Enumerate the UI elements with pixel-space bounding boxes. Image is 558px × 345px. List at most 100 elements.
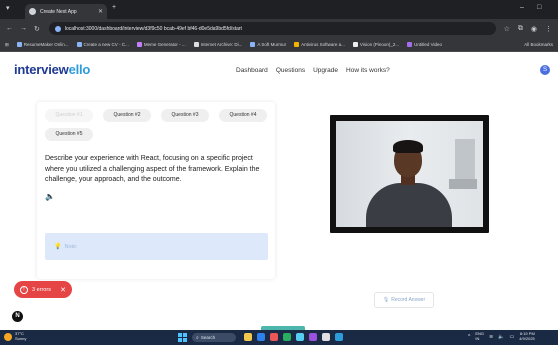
tab-title: Create Next App (40, 8, 77, 15)
bookmark-star-icon[interactable]: ☆ (504, 25, 510, 33)
chrome-icon[interactable] (270, 333, 278, 341)
logo-part-2: ello (68, 62, 91, 77)
windows-start-icon[interactable] (178, 333, 187, 342)
apps-grid-icon[interactable]: ⊞ (5, 42, 9, 48)
bookmarks-bar: ⊞ ResumeMaker Onlin... Create a new CV -… (0, 38, 558, 52)
record-answer-button[interactable]: 🎙 Record Answer (374, 292, 434, 308)
tab-question-5[interactable]: Question #5 (45, 128, 93, 141)
weather-desc: Sunny (15, 335, 27, 341)
browser-toolbar: ← → ↻ localhost:3000/dashboard/interview… (0, 19, 558, 38)
extensions-icon[interactable]: ⧉ (518, 25, 523, 33)
taskbar-app-icon[interactable] (283, 333, 291, 341)
file-explorer-icon[interactable] (244, 333, 252, 341)
taskbar-search[interactable]: ⌕ Search (192, 333, 236, 342)
bookmark-label: Antivirus Software a... (301, 42, 345, 47)
menu-dots-icon[interactable]: ⋮ (545, 25, 552, 33)
nav-questions[interactable]: Questions (276, 67, 305, 74)
bookmark-item[interactable]: Meme Generator - ... (136, 42, 186, 47)
sun-icon (4, 332, 12, 341)
all-bookmarks[interactable]: All Bookmarks (524, 42, 553, 47)
bookmark-item[interactable]: Internet Archive: Di... (193, 42, 243, 47)
taskbar-apps (244, 333, 343, 341)
microphone-icon: 🎙 (382, 297, 390, 303)
bookmark-favicon-icon (193, 42, 199, 47)
person-hair (393, 140, 423, 153)
bookmark-item[interactable]: Untitled Video (407, 42, 442, 47)
bookmark-label: ResumeMaker Onlin... (23, 42, 69, 47)
bookmark-favicon-icon (16, 42, 22, 47)
clock-date: 4/9/2025 (519, 335, 535, 341)
site-info-icon[interactable] (54, 25, 61, 32)
background-furniture (449, 179, 477, 189)
weather-widget[interactable]: 37°C Sunny (4, 331, 27, 341)
minimize-icon[interactable]: – (520, 4, 524, 11)
taskbar-app-icon[interactable] (309, 333, 317, 341)
nextjs-logo-icon[interactable]: N (12, 311, 23, 322)
battery-icon[interactable]: ▭ (509, 334, 514, 340)
forward-icon[interactable]: → (20, 25, 27, 32)
lightbulb-icon: 💡 (54, 244, 62, 250)
vscode-icon[interactable] (335, 333, 343, 341)
bookmark-favicon-icon (136, 42, 142, 47)
bookmark-label: Untitled Video (414, 42, 443, 47)
tab-question-1[interactable]: Question #1 (45, 109, 93, 122)
nav-how-it-works[interactable]: How its works? (346, 67, 390, 74)
bookmark-favicon-icon (352, 42, 358, 47)
note-box: 💡 Note: (45, 233, 268, 260)
bookmark-favicon-icon (76, 42, 82, 47)
note-label: Note: (64, 243, 78, 250)
address-bar[interactable]: localhost:3000/dashboard/interview/d3f9c… (48, 22, 496, 35)
bookmark-item[interactable]: Create a new CV - C... (76, 42, 129, 47)
app-header: interviewello Dashboard Questions Upgrad… (0, 52, 558, 88)
profile-icon[interactable]: ◉ (531, 25, 537, 33)
user-avatar[interactable]: S (540, 65, 550, 75)
taskbar-app-icon[interactable] (322, 333, 330, 341)
close-icon[interactable]: ✕ (60, 286, 66, 294)
bookmark-label: Internet Archive: Di... (200, 42, 243, 47)
nav-upgrade[interactable]: Upgrade (313, 67, 338, 74)
browser-tab[interactable]: Create Next App ✕ (25, 4, 107, 19)
edge-icon[interactable] (296, 333, 304, 341)
bookmark-item[interactable]: Antivirus Software a... (294, 42, 345, 47)
speaker-icon[interactable]: 🔈 (45, 192, 55, 201)
question-text: Describe your experience with React, foc… (45, 155, 260, 183)
url-text: localhost:3000/dashboard/interview/d3f9c… (64, 25, 242, 32)
browser-tab-bar: ▾ Create Next App ✕ + – □ (0, 0, 558, 19)
nav-dashboard[interactable]: Dashboard (236, 67, 268, 74)
bookmark-label: Meme Generator - ... (143, 42, 186, 47)
webcam-frame (330, 115, 489, 233)
bookmark-item[interactable]: ResumeMaker Onlin... (16, 42, 69, 47)
bookmark-item[interactable]: A Soft Murmur (250, 42, 286, 47)
main-nav: Dashboard Questions Upgrade How its work… (236, 67, 390, 74)
tab-favicon-icon (29, 8, 36, 15)
reload-icon[interactable]: ↻ (34, 25, 40, 33)
system-tray: ^ ENG IN ≋ 🔈 ▭ 8:19 PM 4/9/2025 (468, 331, 535, 341)
errors-indicator[interactable]: ! 3 errors ✕ (14, 281, 72, 298)
bookmark-label: Vision (Pinoon)_2... (359, 42, 400, 47)
tab-menu-icon[interactable]: ▾ (6, 4, 10, 12)
volume-icon[interactable]: 🔈 (498, 334, 504, 340)
logo-part-1: interview (14, 62, 69, 77)
bookmark-favicon-icon (250, 42, 256, 47)
person-body (366, 183, 452, 227)
bookmark-item[interactable]: Vision (Pinoon)_2... (352, 42, 400, 47)
tab-question-3[interactable]: Question #3 (161, 109, 209, 122)
lang-2: IN (475, 335, 480, 341)
new-tab-icon[interactable]: + (112, 4, 116, 11)
question-card: Question #1 Question #2 Question #3 Ques… (37, 102, 275, 279)
app-logo[interactable]: interviewello (14, 62, 90, 77)
taskbar-app-icon[interactable] (257, 333, 265, 341)
search-label: Search (200, 335, 216, 340)
tab-question-2[interactable]: Question #2 (103, 109, 151, 122)
record-answer-label: Record Answer (391, 297, 426, 303)
wifi-icon[interactable]: ≋ (489, 334, 493, 340)
tab-question-4[interactable]: Question #4 (219, 109, 267, 122)
windows-taskbar: 37°C Sunny ⌕ Search ^ ENG IN ≋ 🔈 ▭ 8:19 PM… (0, 330, 558, 345)
bookmark-label: A Soft Murmur (257, 42, 287, 47)
tab-close-icon[interactable]: ✕ (98, 8, 103, 15)
maximize-icon[interactable]: □ (537, 4, 541, 11)
error-icon: ! (20, 285, 28, 294)
chevron-up-icon[interactable]: ^ (468, 334, 470, 340)
back-icon[interactable]: ← (6, 25, 13, 32)
errors-label: 3 errors (32, 286, 51, 293)
